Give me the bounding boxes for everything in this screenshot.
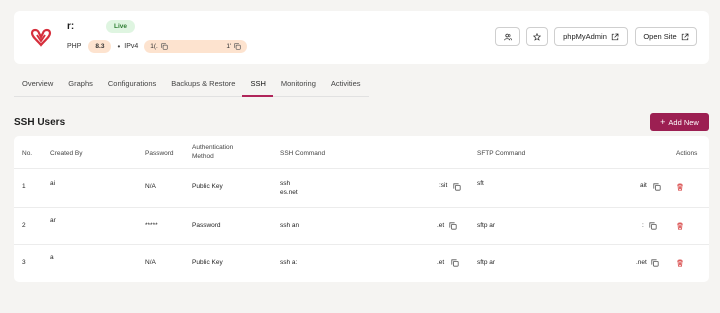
row-ssh-command-cont: es.net [280, 189, 298, 196]
copy-icon[interactable] [161, 43, 168, 50]
column-header-auth-line1: Authentication [192, 144, 234, 151]
row-sftp-command-tail: ait [640, 182, 647, 189]
row-number: 2 [22, 222, 26, 229]
add-new-label: Add New [668, 117, 699, 127]
users-icon [503, 33, 512, 40]
php-label: PHP [67, 43, 82, 50]
open-site-label: Open Site [643, 32, 677, 41]
row-divider [14, 207, 709, 208]
tab-monitoring[interactable]: Monitoring [273, 73, 323, 97]
copy-icon[interactable] [649, 222, 657, 230]
ip-address-pill: 1(. 1' [144, 40, 248, 53]
row-number: 1 [22, 183, 26, 190]
row-ssh-command-tail: :sit [439, 182, 448, 189]
copy-icon[interactable] [651, 259, 659, 267]
favorite-button[interactable] [526, 27, 548, 46]
tab-activities[interactable]: Activities [323, 73, 368, 97]
row-password: N/A [145, 183, 156, 190]
ip-address-part: 1' [226, 43, 232, 50]
row-divider [14, 168, 709, 169]
column-header-no: No. [22, 150, 33, 157]
copy-icon[interactable] [451, 259, 459, 267]
column-header-created-by: Created By [50, 150, 83, 157]
row-number: 3 [22, 259, 26, 266]
column-header-sftp-command: SFTP Command [477, 150, 526, 157]
column-header-auth-method: Authentication Method [192, 143, 233, 161]
tab-configurations[interactable]: Configurations [100, 73, 163, 97]
open-site-button[interactable]: Open Site [635, 27, 697, 46]
tab-graphs[interactable]: Graphs [60, 73, 100, 97]
row-created-by: a [50, 254, 54, 261]
star-icon [533, 32, 541, 41]
row-ssh-command: ssh [280, 180, 291, 187]
add-new-button[interactable]: + Add New [650, 113, 709, 131]
column-header-actions: Actions [676, 150, 698, 157]
copy-icon[interactable] [449, 222, 457, 230]
tab-overview[interactable]: Overview [14, 73, 60, 97]
external-link-icon [681, 33, 689, 40]
tab-backups-restore[interactable]: Backups & Restore [163, 73, 242, 97]
separator-dot: • [117, 42, 121, 51]
ipv4-label: IPv4 [124, 43, 139, 50]
users-button[interactable] [495, 27, 520, 46]
row-sftp-command: sftp ar [477, 259, 496, 266]
row-sftp-command: sftp ar [477, 222, 496, 229]
row-sftp-command-tail: : [642, 222, 644, 229]
row-auth-method: Public Key [192, 259, 223, 266]
row-ssh-command: ssh a: [280, 259, 298, 266]
row-auth-method: Public Key [192, 183, 223, 190]
copy-icon[interactable] [453, 183, 461, 191]
phpmyadmin-button[interactable]: phpMyAdmin [554, 27, 628, 46]
delete-icon[interactable] [676, 259, 684, 267]
column-header-auth-line2: Method [192, 153, 214, 160]
tab-ssh[interactable]: SSH [242, 73, 273, 97]
site-logo-icon [30, 28, 52, 47]
row-created-by: ai [50, 180, 56, 187]
row-auth-method: Password [192, 222, 221, 229]
section-title: SSH Users [14, 117, 66, 128]
delete-icon[interactable] [676, 222, 684, 230]
row-divider [14, 244, 709, 245]
column-header-password: Password [145, 150, 174, 157]
row-ssh-command-tail: .et [437, 222, 445, 229]
site-meta: PHP 8.3 • IPv4 1(. 1' [67, 40, 248, 53]
site-header-card: r: Live PHP 8.3 • IPv4 1(. 1' phpMyAdmin… [14, 11, 709, 64]
copy-icon[interactable] [234, 43, 241, 50]
row-sftp-command: sft [477, 180, 484, 187]
plus-icon: + [660, 116, 666, 127]
ip-address-part: 1(. [150, 43, 158, 50]
row-password: ***** [145, 222, 158, 229]
php-version-badge: 8.3 [88, 40, 112, 53]
copy-icon[interactable] [653, 183, 661, 191]
row-ssh-command-tail: .et [437, 259, 445, 266]
row-sftp-command-tail: .net [636, 259, 647, 266]
row-ssh-command: ssh an [280, 222, 300, 229]
site-tabs: Overview Graphs Configurations Backups &… [14, 73, 369, 97]
phpmyadmin-label: phpMyAdmin [563, 32, 607, 41]
row-created-by: ar [50, 217, 56, 224]
row-password: N/A [145, 259, 156, 266]
status-badge: Live [106, 20, 136, 33]
ssh-users-table: No. Created By Password Authentication M… [14, 136, 709, 282]
delete-icon[interactable] [676, 183, 684, 191]
site-name: r: [67, 21, 75, 32]
column-header-ssh-command: SSH Command [280, 150, 326, 157]
external-link-icon [611, 33, 619, 40]
